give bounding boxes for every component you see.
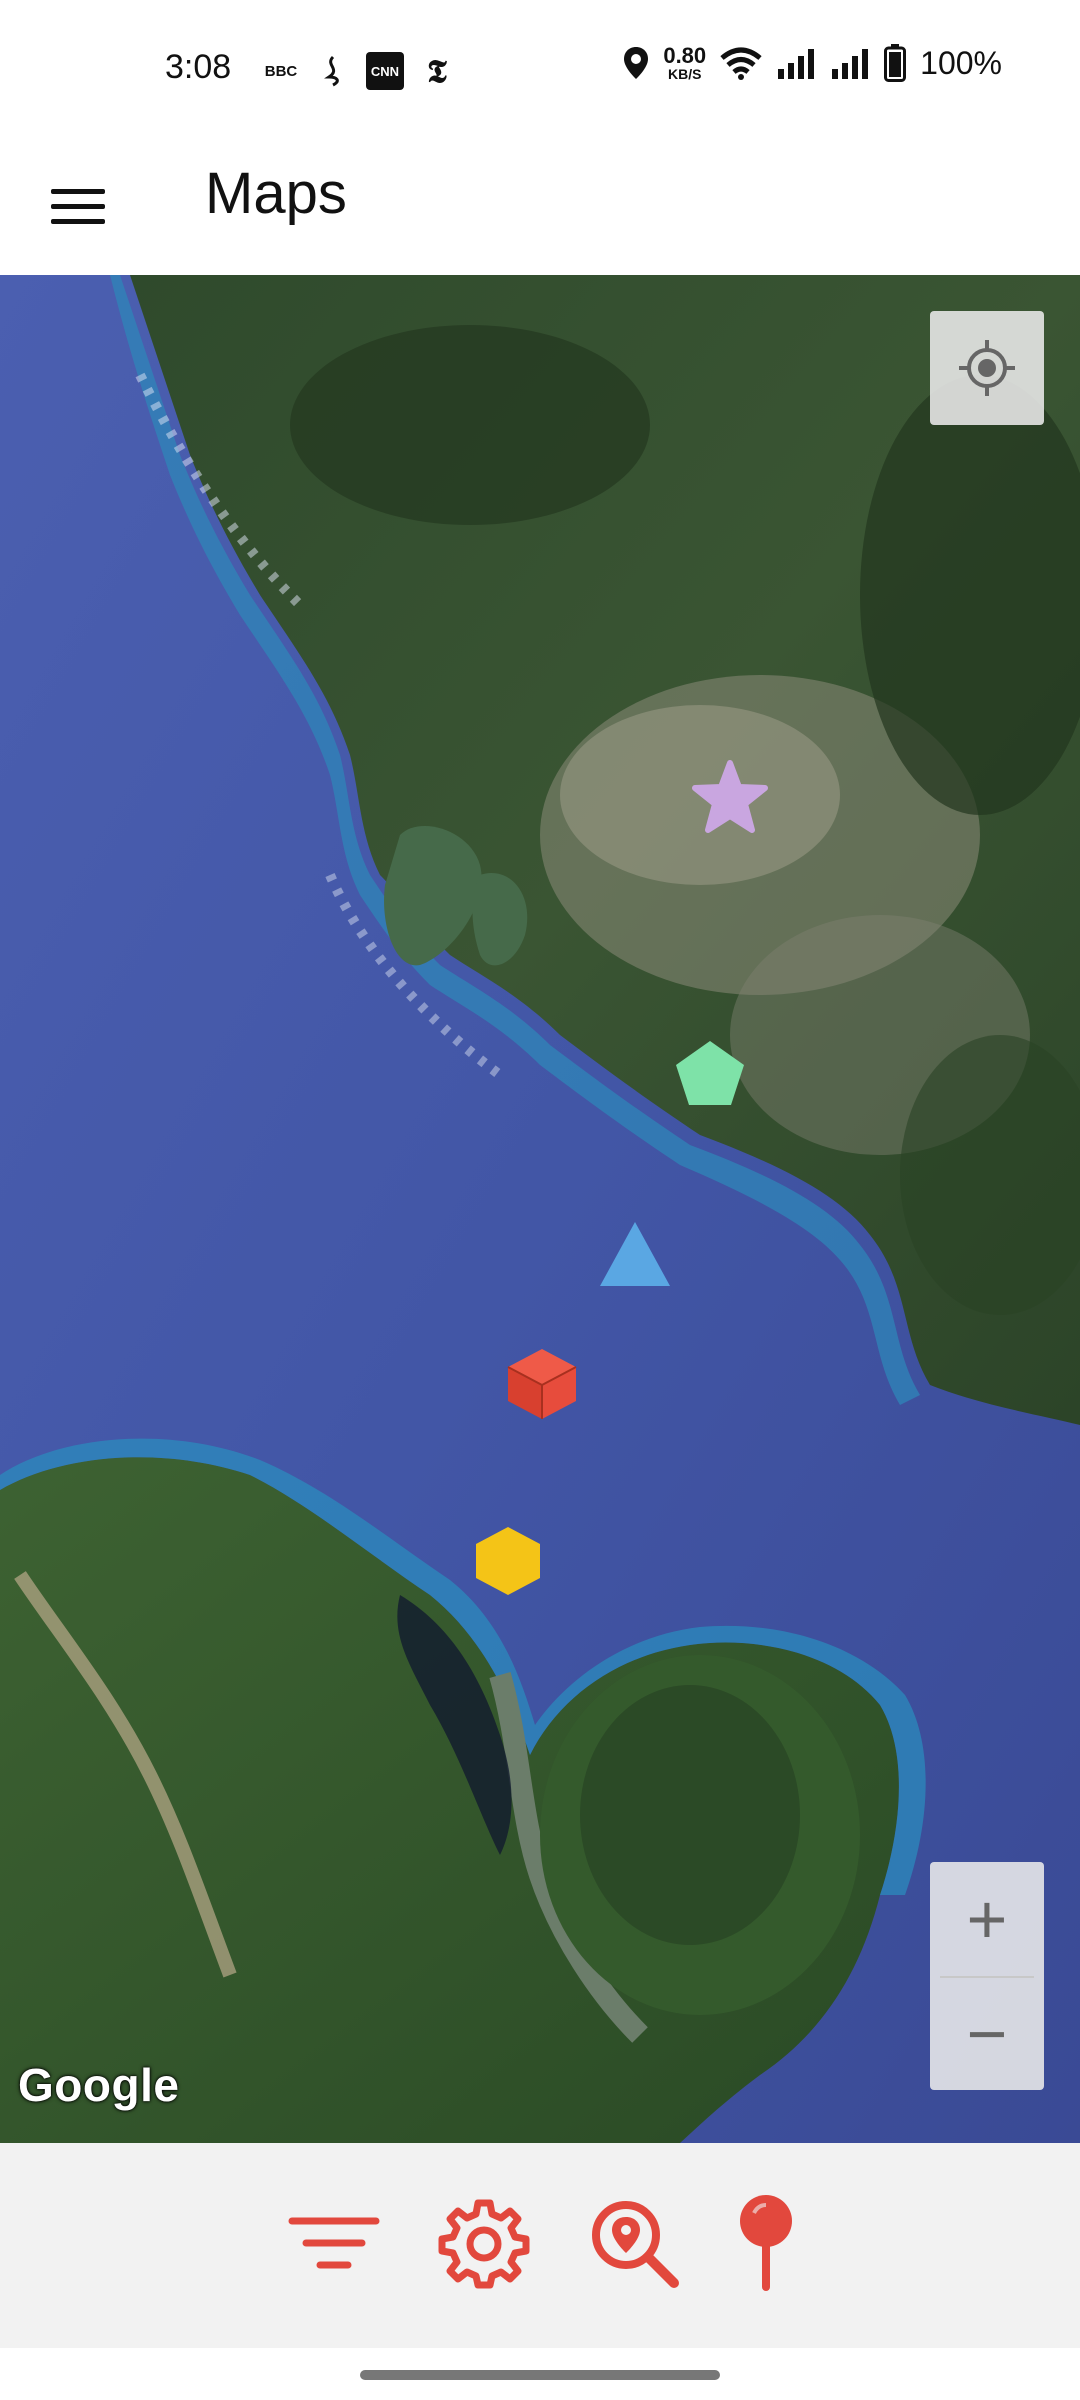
- filter-button[interactable]: [284, 2193, 384, 2293]
- status-right: 0.80 KB/S 100%: [623, 44, 1002, 82]
- net-speed-unit: KB/S: [668, 66, 702, 82]
- net-speed: 0.80 KB/S: [663, 43, 707, 82]
- google-attribution: Google: [18, 2059, 180, 2111]
- my-location-button[interactable]: [930, 311, 1044, 425]
- add-pin-button[interactable]: [716, 2193, 816, 2293]
- zoom-out-button[interactable]: −: [930, 1978, 1044, 2090]
- page-title: Maps: [205, 161, 347, 226]
- nyt-icon: 𝕿: [427, 51, 447, 90]
- wifi-icon: [720, 47, 762, 80]
- cube-marker[interactable]: [506, 1347, 578, 1421]
- net-speed-value: 0.80: [663, 43, 707, 68]
- signal-icon-2: [832, 49, 869, 79]
- my-location-icon: [959, 340, 1015, 396]
- satellite-imagery: [0, 275, 1080, 2143]
- bottom-toolbar: [0, 2143, 1080, 2348]
- zoom-in-button[interactable]: +: [930, 1862, 1044, 1976]
- signal-icon-1: [778, 49, 815, 79]
- battery-icon: [884, 44, 907, 82]
- cnn-icon: CNN: [366, 52, 404, 90]
- battery-percent: 100%: [920, 44, 1002, 81]
- hamburger-menu-icon[interactable]: [42, 170, 114, 242]
- settings-button[interactable]: [434, 2193, 534, 2293]
- zoom-controls: + −: [930, 1862, 1044, 2090]
- search-location-button[interactable]: [584, 2193, 684, 2293]
- location-icon: [624, 47, 649, 79]
- triangle-marker[interactable]: [598, 1220, 672, 1288]
- hexagon-marker[interactable]: [474, 1525, 542, 1597]
- pentagon-marker[interactable]: [674, 1039, 746, 1107]
- search-location-icon: [592, 2201, 679, 2288]
- home-indicator[interactable]: [360, 2370, 720, 2380]
- status-bar: 3:08 BBC CNN 𝕿 0.80 KB/S 100%: [0, 0, 1080, 140]
- al-jazeera-icon: [314, 52, 352, 90]
- system-navigation: [0, 2348, 1080, 2400]
- status-time: 3:08: [165, 48, 232, 86]
- app-bar: Maps: [0, 140, 1080, 275]
- filter-icon: [288, 2217, 380, 2269]
- place-pin-icon: [740, 2195, 792, 2291]
- bbc-news-icon: BBC: [264, 62, 298, 80]
- settings-gear-icon: [438, 2199, 530, 2289]
- notification-icons: BBC CNN 𝕿: [262, 52, 456, 90]
- star-marker[interactable]: [692, 760, 768, 834]
- map-view[interactable]: + − Google: [0, 275, 1080, 2143]
